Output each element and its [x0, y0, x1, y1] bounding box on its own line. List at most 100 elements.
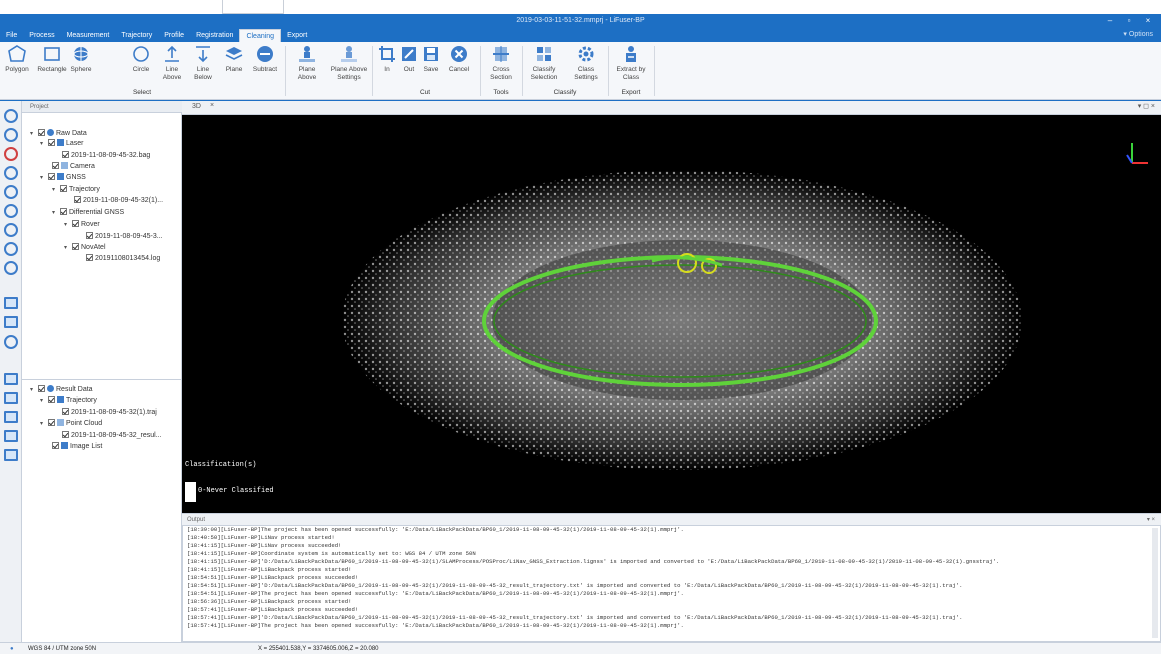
camera-icon	[61, 162, 68, 169]
line-below-button[interactable]: Line Below	[188, 44, 218, 82]
measure-tool-icon[interactable]	[4, 223, 18, 237]
select-group-label: Select	[132, 89, 152, 96]
view-tool-icon[interactable]	[4, 316, 18, 328]
tree-item-laser[interactable]: ▾ Laser	[40, 139, 84, 149]
cut-out-button[interactable]: Out	[398, 44, 420, 74]
status-bar: ● WGS 84 / UTM zone 50N X = 255401.538,Y…	[0, 642, 1161, 654]
classification-title: Classification(s)	[185, 461, 257, 469]
cancel-icon	[451, 46, 467, 62]
crop-out-icon	[402, 47, 416, 61]
output-log[interactable]: [18:39:00][LiFuser-BP]The project has be…	[182, 525, 1161, 642]
menu-cleaning[interactable]: Cleaning	[239, 29, 282, 42]
plane-above-settings-button[interactable]: Plane Above Settings	[330, 44, 368, 82]
log-line: [18:41:15][LiFuser-BP]LiBackpack process…	[187, 566, 352, 573]
tree-item-image-list[interactable]: Image List	[52, 442, 102, 452]
tree-item-result-trajectory[interactable]: ▾ Trajectory	[40, 396, 97, 406]
tree-item-laser-file[interactable]: 2019-11-08-09-45-32.bag	[62, 151, 150, 161]
plane-button[interactable]: Plane	[219, 44, 249, 74]
menu-export[interactable]: Export	[281, 29, 313, 42]
minimize-icon[interactable]: –	[1103, 14, 1117, 28]
measure-tool-icon[interactable]	[4, 166, 18, 180]
panel-divider	[22, 379, 182, 380]
window-title: 2019-03-03-11-51-32.mmprj - LiFuser-BP	[516, 17, 645, 24]
tree-item-camera[interactable]: Camera	[52, 162, 95, 172]
rectangle-button[interactable]: Rectangle	[37, 44, 67, 74]
cut-cancel-button[interactable]: Cancel	[444, 44, 474, 74]
tree-item-rover-file[interactable]: 2019-11-08-09-45-3...	[86, 232, 163, 242]
tree-item-point-cloud[interactable]: ▾ Point Cloud	[40, 419, 102, 429]
tree-item-novatel-file[interactable]: 20191108013454.log	[86, 254, 160, 264]
options-menu[interactable]: ▾ Options	[1123, 29, 1153, 41]
measure-tool-icon[interactable]	[4, 185, 18, 199]
subtract-button[interactable]: Subtract	[250, 44, 280, 74]
tree-item-gnss[interactable]: ▾ GNSS	[40, 173, 86, 183]
point-cloud-view[interactable]: Classification(s) 0-Never Classified	[182, 115, 1161, 513]
measure-tool-icon[interactable]	[4, 261, 18, 275]
arrow-up-icon	[165, 45, 179, 62]
circle-button[interactable]: Circle	[126, 44, 156, 74]
measure-tool-icon[interactable]	[4, 147, 18, 161]
location-pin-icon: ●	[10, 646, 14, 652]
cut-save-button[interactable]: Save	[420, 44, 442, 74]
polygon-button[interactable]: Polygon	[2, 44, 32, 74]
menu-process[interactable]: Process	[23, 29, 60, 42]
extract-by-class-button[interactable]: Extract by Class	[612, 44, 650, 82]
panel-tool-icon[interactable]	[4, 392, 18, 404]
tree-item-result-trajectory-file[interactable]: 2019-11-08-09-45-32(1).traj	[62, 408, 157, 418]
menu-profile[interactable]: Profile	[158, 29, 190, 42]
log-line: [18:54:51][LiFuser-BP]'D:/Data/LiBackPac…	[187, 582, 963, 589]
arrow-down-icon	[196, 46, 210, 63]
cross-section-button[interactable]: Cross Section	[484, 44, 518, 82]
separator	[372, 46, 373, 96]
satellite-icon	[57, 173, 64, 180]
tree-item-novatel[interactable]: ▾ NovAtel	[64, 243, 106, 253]
plane-above-button[interactable]: Plane Above	[292, 44, 322, 82]
panel-tool-icon[interactable]	[4, 373, 18, 385]
view-tool-icon[interactable]	[4, 335, 18, 349]
tree-item-rover[interactable]: ▾ Rover	[64, 220, 100, 230]
tree-item-diff-gnss[interactable]: ▾ Differential GNSS	[52, 208, 124, 218]
output-scrollbar[interactable]	[1152, 528, 1158, 638]
measure-tool-icon[interactable]	[4, 204, 18, 218]
cross-section-icon	[493, 46, 509, 62]
cut-group-label: Cut	[419, 89, 431, 96]
extract-icon	[626, 46, 636, 62]
menu-registration[interactable]: Registration	[190, 29, 239, 42]
sphere-button[interactable]: Sphere	[66, 44, 96, 74]
view-tool-icon[interactable]	[4, 297, 18, 309]
log-line: [18:39:00][LiFuser-BP]The project has be…	[187, 526, 684, 533]
panel-tool-icon[interactable]	[4, 449, 18, 461]
tree-item-trajectory-file[interactable]: 2019-11-08-09-45-32(1)...	[74, 196, 163, 206]
panel-tool-icon[interactable]	[4, 411, 18, 423]
database-icon	[47, 385, 54, 392]
save-icon	[424, 47, 438, 61]
tree-item-trajectory[interactable]: ▾ Trajectory	[52, 185, 100, 195]
tree-item-result-data[interactable]: ▾ Result Data	[30, 385, 93, 395]
view-tab-bar: 3D × ▾ ◻ ×	[182, 101, 1161, 115]
menu-file[interactable]: File	[0, 29, 23, 42]
close-icon[interactable]: ×	[1141, 14, 1155, 28]
tree-item-point-cloud-file[interactable]: 2019-11-08-09-45-32_resul...	[62, 431, 162, 441]
maximize-icon[interactable]: ▫	[1122, 14, 1136, 28]
tab-3d[interactable]: 3D	[192, 103, 201, 110]
view-controls-icon[interactable]: ▾ ◻ ×	[1138, 102, 1155, 110]
menu-measurement[interactable]: Measurement	[61, 29, 116, 42]
log-line: [18:54:51][LiFuser-BP]The project has be…	[187, 590, 684, 597]
cut-in-button[interactable]: In	[376, 44, 398, 74]
tab-close-icon[interactable]: ×	[210, 102, 214, 109]
panel-tool-icon[interactable]	[4, 430, 18, 442]
output-header: Output ▾ ×	[182, 513, 1161, 525]
class-settings-button[interactable]: Class Settings	[568, 44, 604, 82]
tree-item-raw-data[interactable]: ▾ Raw Data	[30, 129, 87, 139]
log-line: [18:57:41][LiFuser-BP]LiBackpack process…	[187, 606, 359, 613]
trajectory-icon	[57, 396, 64, 403]
menu-trajectory[interactable]: Trajectory	[115, 29, 158, 42]
person-plane-icon	[299, 46, 315, 62]
log-line: [18:57:41][LiFuser-BP]'D:/Data/LiBackPac…	[187, 614, 963, 621]
line-above-button[interactable]: Line Above	[157, 44, 187, 82]
point-cloud-canvas[interactable]	[182, 115, 1161, 513]
measure-tool-icon[interactable]	[4, 128, 18, 142]
classify-selection-button[interactable]: Classify Selection	[526, 44, 562, 82]
measure-tool-icon[interactable]	[4, 109, 18, 123]
measure-tool-icon[interactable]	[4, 242, 18, 256]
